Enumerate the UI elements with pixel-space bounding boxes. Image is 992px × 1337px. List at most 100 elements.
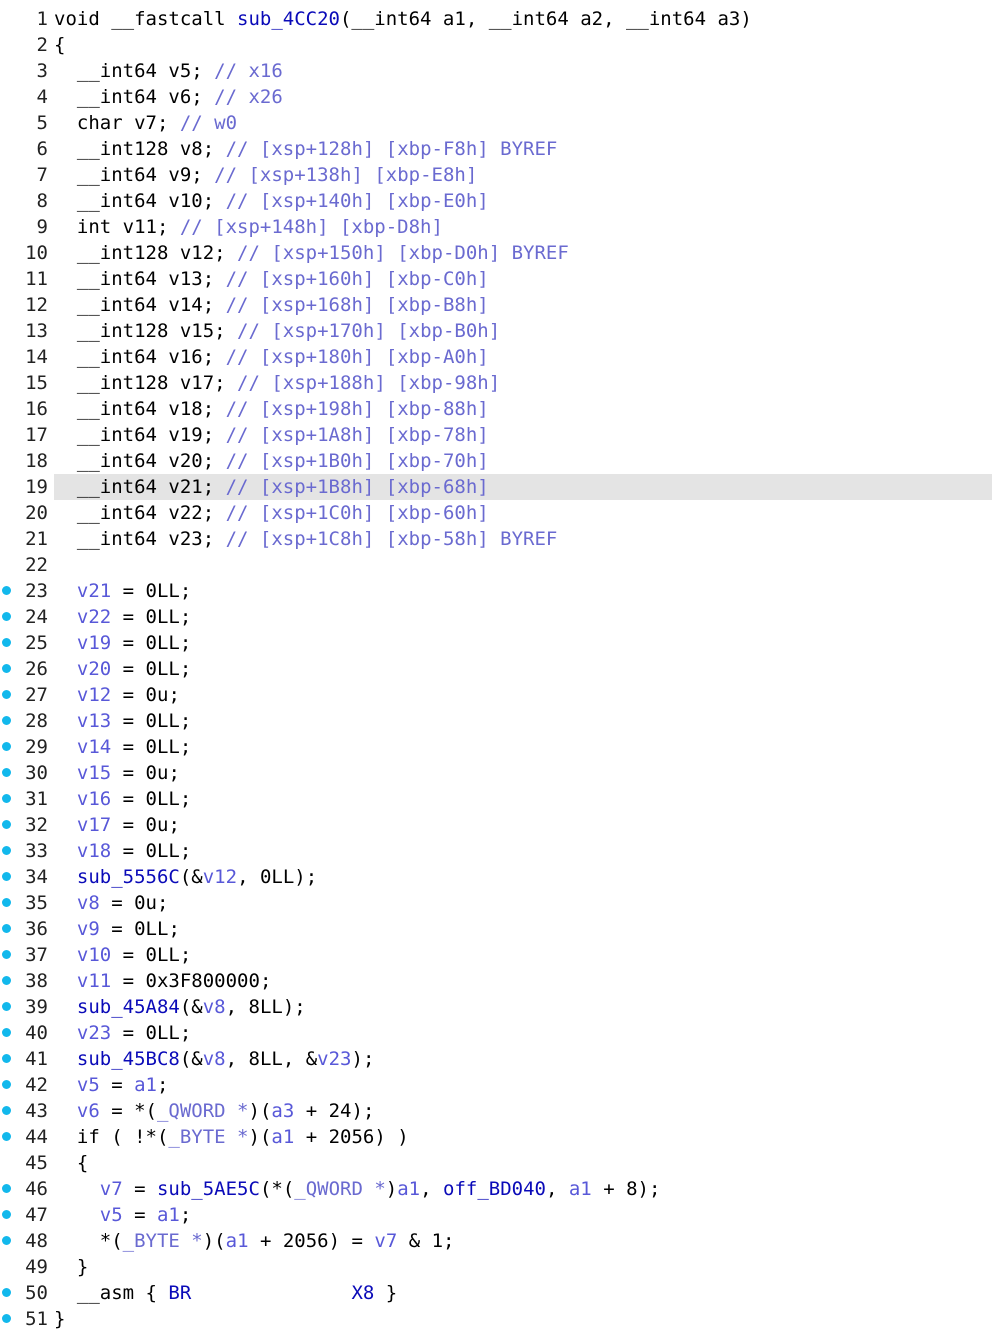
code-text[interactable]: v16 = 0LL;: [54, 786, 191, 812]
code-line[interactable]: 31 v16 = 0LL;: [0, 786, 992, 812]
line-gutter[interactable]: 51: [0, 1306, 54, 1332]
code-line[interactable]: 4 __int64 v6; // x26: [0, 84, 992, 110]
breakpoint-dot-icon[interactable]: [2, 950, 11, 959]
line-gutter[interactable]: 6: [0, 136, 54, 162]
code-line[interactable]: 12 __int64 v14; // [xsp+168h] [xbp-B8h]: [0, 292, 992, 318]
code-line[interactable]: 5 char v7; // w0: [0, 110, 992, 136]
code-text[interactable]: v18 = 0LL;: [54, 838, 191, 864]
breakpoint-dot-icon[interactable]: [2, 716, 11, 725]
breakpoint-dot-icon[interactable]: [2, 1210, 11, 1219]
code-line[interactable]: 38 v11 = 0x3F800000;: [0, 968, 992, 994]
code-line[interactable]: 33 v18 = 0LL;: [0, 838, 992, 864]
code-line[interactable]: 43 v6 = *(_QWORD *)(a3 + 24);: [0, 1098, 992, 1124]
code-text[interactable]: v5 = a1;: [54, 1202, 192, 1228]
code-line[interactable]: 30 v15 = 0u;: [0, 760, 992, 786]
code-text[interactable]: v5 = a1;: [54, 1072, 169, 1098]
code-line[interactable]: 32 v17 = 0u;: [0, 812, 992, 838]
line-gutter[interactable]: 16: [0, 396, 54, 422]
line-gutter[interactable]: 35: [0, 890, 54, 916]
code-text[interactable]: __int128 v17; // [xsp+188h] [xbp-98h]: [54, 370, 500, 396]
code-text[interactable]: v12 = 0u;: [54, 682, 180, 708]
code-text[interactable]: if ( !*(_BYTE *)(a1 + 2056) ): [54, 1124, 409, 1150]
code-line[interactable]: 34 sub_5556C(&v12, 0LL);: [0, 864, 992, 890]
code-line[interactable]: 49 }: [0, 1254, 992, 1280]
line-gutter[interactable]: 44: [0, 1124, 54, 1150]
breakpoint-dot-icon[interactable]: [2, 872, 11, 881]
code-text[interactable]: v9 = 0LL;: [54, 916, 180, 942]
code-text[interactable]: void __fastcall sub_4CC20(__int64 a1, __…: [54, 6, 752, 32]
line-gutter[interactable]: 22: [0, 552, 54, 578]
code-line[interactable]: 17 __int64 v19; // [xsp+1A8h] [xbp-78h]: [0, 422, 992, 448]
line-gutter[interactable]: 47: [0, 1202, 54, 1228]
code-text[interactable]: __int64 v13; // [xsp+160h] [xbp-C0h]: [54, 266, 489, 292]
code-text[interactable]: sub_45BC8(&v8, 8LL, &v23);: [54, 1046, 375, 1072]
line-gutter[interactable]: 39: [0, 994, 54, 1020]
code-line[interactable]: 26 v20 = 0LL;: [0, 656, 992, 682]
code-line[interactable]: 19 __int64 v21; // [xsp+1B8h] [xbp-68h]: [0, 474, 992, 500]
code-line[interactable]: 36 v9 = 0LL;: [0, 916, 992, 942]
breakpoint-dot-icon[interactable]: [2, 794, 11, 803]
code-text[interactable]: __int64 v23; // [xsp+1C8h] [xbp-58h] BYR…: [54, 526, 557, 552]
line-gutter[interactable]: 17: [0, 422, 54, 448]
breakpoint-dot-icon[interactable]: [2, 1106, 11, 1115]
breakpoint-dot-icon[interactable]: [2, 1002, 11, 1011]
code-line[interactable]: 10 __int128 v12; // [xsp+150h] [xbp-D0h]…: [0, 240, 992, 266]
line-gutter[interactable]: 38: [0, 968, 54, 994]
code-line[interactable]: 35 v8 = 0u;: [0, 890, 992, 916]
code-text[interactable]: int v11; // [xsp+148h] [xbp-D8h]: [54, 214, 443, 240]
breakpoint-dot-icon[interactable]: [2, 586, 11, 595]
code-line[interactable]: 2{: [0, 32, 992, 58]
code-line[interactable]: 45 {: [0, 1150, 992, 1176]
line-gutter[interactable]: 45: [0, 1150, 54, 1176]
line-gutter[interactable]: 42: [0, 1072, 54, 1098]
code-line[interactable]: 41 sub_45BC8(&v8, 8LL, &v23);: [0, 1046, 992, 1072]
code-line[interactable]: 25 v19 = 0LL;: [0, 630, 992, 656]
code-text[interactable]: v20 = 0LL;: [54, 656, 191, 682]
code-text[interactable]: v15 = 0u;: [54, 760, 180, 786]
code-text[interactable]: v19 = 0LL;: [54, 630, 191, 656]
code-line[interactable]: 50 __asm { BR X8 }: [0, 1280, 992, 1306]
line-gutter[interactable]: 48: [0, 1228, 54, 1254]
code-text[interactable]: __int64 v5; // x16: [54, 58, 283, 84]
code-line[interactable]: 21 __int64 v23; // [xsp+1C8h] [xbp-58h] …: [0, 526, 992, 552]
line-gutter[interactable]: 28: [0, 708, 54, 734]
line-gutter[interactable]: 19: [0, 474, 54, 500]
line-gutter[interactable]: 30: [0, 760, 54, 786]
line-gutter[interactable]: 27: [0, 682, 54, 708]
code-text[interactable]: {: [54, 32, 65, 58]
line-gutter[interactable]: 15: [0, 370, 54, 396]
code-line[interactable]: 42 v5 = a1;: [0, 1072, 992, 1098]
code-text[interactable]: v14 = 0LL;: [54, 734, 191, 760]
code-text[interactable]: __int128 v8; // [xsp+128h] [xbp-F8h] BYR…: [54, 136, 557, 162]
code-text[interactable]: sub_45A84(&v8, 8LL);: [54, 994, 306, 1020]
code-text[interactable]: __int64 v22; // [xsp+1C0h] [xbp-60h]: [54, 500, 489, 526]
breakpoint-dot-icon[interactable]: [2, 742, 11, 751]
breakpoint-dot-icon[interactable]: [2, 1288, 11, 1297]
code-text[interactable]: sub_5556C(&v12, 0LL);: [54, 864, 317, 890]
line-gutter[interactable]: 7: [0, 162, 54, 188]
code-text[interactable]: __int128 v15; // [xsp+170h] [xbp-B0h]: [54, 318, 500, 344]
code-text[interactable]: __int64 v14; // [xsp+168h] [xbp-B8h]: [54, 292, 489, 318]
breakpoint-dot-icon[interactable]: [2, 898, 11, 907]
code-text[interactable]: v21 = 0LL;: [54, 578, 191, 604]
line-gutter[interactable]: 18: [0, 448, 54, 474]
code-text[interactable]: }: [54, 1306, 65, 1332]
code-text[interactable]: __int128 v12; // [xsp+150h] [xbp-D0h] BY…: [54, 240, 569, 266]
line-gutter[interactable]: 50: [0, 1280, 54, 1306]
breakpoint-dot-icon[interactable]: [2, 612, 11, 621]
line-gutter[interactable]: 9: [0, 214, 54, 240]
code-text[interactable]: }: [54, 1254, 88, 1280]
code-line[interactable]: 11 __int64 v13; // [xsp+160h] [xbp-C0h]: [0, 266, 992, 292]
code-line[interactable]: 1 void __fastcall sub_4CC20(__int64 a1, _…: [0, 6, 992, 32]
code-line[interactable]: 39 sub_45A84(&v8, 8LL);: [0, 994, 992, 1020]
breakpoint-dot-icon[interactable]: [2, 976, 11, 985]
code-text[interactable]: __asm { BR X8 }: [54, 1280, 397, 1306]
code-text[interactable]: v11 = 0x3F800000;: [54, 968, 272, 994]
code-line[interactable]: 23 v21 = 0LL;: [0, 578, 992, 604]
code-line[interactable]: 48 *(_BYTE *)(a1 + 2056) = v7 & 1;: [0, 1228, 992, 1254]
code-text[interactable]: __int64 v20; // [xsp+1B0h] [xbp-70h]: [54, 448, 489, 474]
code-text[interactable]: __int64 v9; // [xsp+138h] [xbp-E8h]: [54, 162, 477, 188]
line-gutter[interactable]: 5: [0, 110, 54, 136]
code-text[interactable]: v13 = 0LL;: [54, 708, 191, 734]
breakpoint-dot-icon[interactable]: [2, 664, 11, 673]
